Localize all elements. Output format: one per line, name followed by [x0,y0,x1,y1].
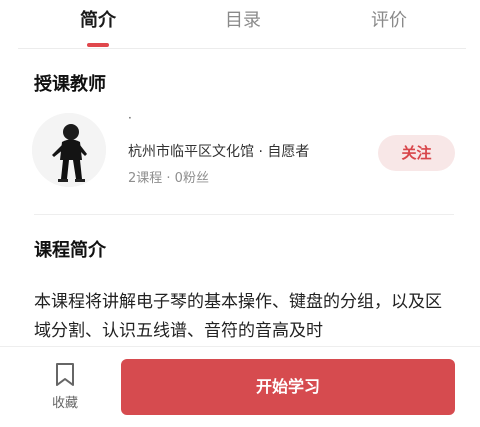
intro-section-title: 课程简介 [34,240,106,261]
tab-divider [18,48,466,49]
course-detail-page: 简介 目录 评价 授课教师 · 杭州市临平区文化馆 · 自愿者 2课程 · 0粉… [0,0,480,427]
teacher-card[interactable]: · 杭州市临平区文化馆 · 自愿者 2课程 · 0粉丝 关注 [18,105,466,195]
favorite-label: 收藏 [51,396,78,411]
section-divider [34,214,454,215]
teacher-affiliation: 杭州市临平区文化馆 · 自愿者 [128,144,310,160]
teacher-section-title: 授课教师 [34,74,106,95]
bottom-divider [0,346,480,347]
bookmark-icon [56,363,74,386]
course-intro-text: 本课程将讲解电子琴的基本操作、键盘的分组，以及区域分割、认识五线谱、音符的音高及… [34,292,442,341]
bottom-action-bar: 收藏 开始学习 [0,346,480,427]
tab-catalog[interactable]: 目录 [183,8,303,38]
teacher-avatar-image [32,113,106,187]
teacher-stats: 2课程 · 0粉丝 [128,171,209,186]
tab-reviews[interactable]: 评价 [329,8,449,38]
start-learning-button[interactable]: 开始学习 [121,359,455,415]
follow-button[interactable]: 关注 [378,135,455,171]
favorite-button[interactable]: 收藏 [38,362,92,412]
tab-bar: 简介 目录 评价 [0,0,480,49]
active-tab-indicator [87,43,109,47]
teacher-name: · [128,111,132,125]
tab-intro[interactable]: 简介 [38,8,158,38]
teacher-avatar[interactable] [32,113,106,187]
